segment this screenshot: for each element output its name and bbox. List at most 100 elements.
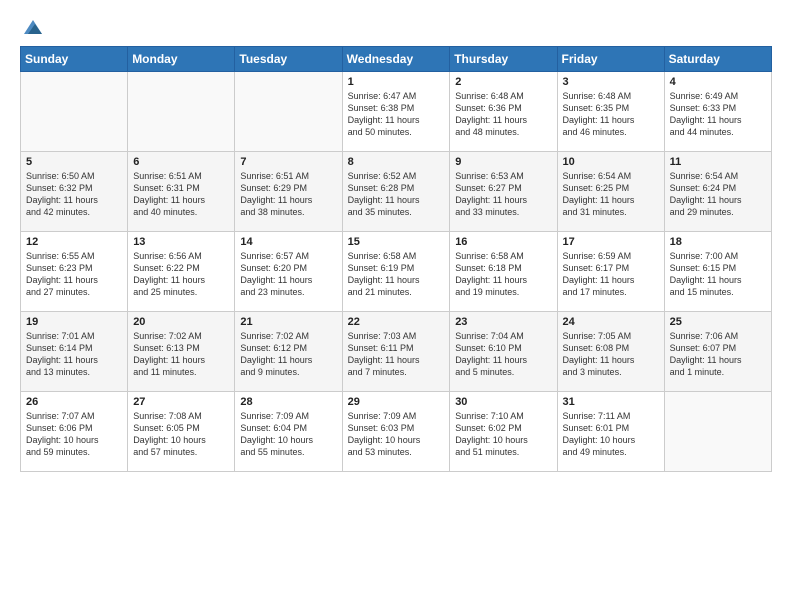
day-info: Sunrise: 6:50 AM Sunset: 6:32 PM Dayligh… [26,170,122,219]
week-row-4: 19 Sunrise: 7:01 AM Sunset: 6:14 PM Dayli… [21,312,772,392]
day-number: 13 [133,236,229,248]
day-number: 24 [563,316,659,328]
calendar-cell: 21 Sunrise: 7:02 AM Sunset: 6:12 PM Dayli… [235,312,342,392]
day-number: 23 [455,316,551,328]
page: SundayMondayTuesdayWednesdayThursdayFrid… [0,0,792,612]
calendar-cell: 8 Sunrise: 6:52 AM Sunset: 6:28 PM Daylig… [342,152,450,232]
calendar-cell: 24 Sunrise: 7:05 AM Sunset: 6:08 PM Dayli… [557,312,664,392]
day-info: Sunrise: 6:52 AM Sunset: 6:28 PM Dayligh… [348,170,445,219]
day-info: Sunrise: 6:57 AM Sunset: 6:20 PM Dayligh… [240,250,336,299]
day-info: Sunrise: 6:47 AM Sunset: 6:38 PM Dayligh… [348,90,445,139]
day-info: Sunrise: 6:51 AM Sunset: 6:31 PM Dayligh… [133,170,229,219]
day-info: Sunrise: 6:56 AM Sunset: 6:22 PM Dayligh… [133,250,229,299]
calendar-cell [664,392,771,472]
day-number: 21 [240,316,336,328]
day-number: 17 [563,236,659,248]
day-info: Sunrise: 7:00 AM Sunset: 6:15 PM Dayligh… [670,250,766,299]
calendar-cell [235,72,342,152]
calendar-cell: 17 Sunrise: 6:59 AM Sunset: 6:17 PM Dayli… [557,232,664,312]
weekday-header-wednesday: Wednesday [342,47,450,72]
day-number: 12 [26,236,122,248]
calendar-cell: 11 Sunrise: 6:54 AM Sunset: 6:24 PM Dayli… [664,152,771,232]
day-info: Sunrise: 7:01 AM Sunset: 6:14 PM Dayligh… [26,330,122,379]
day-info: Sunrise: 6:59 AM Sunset: 6:17 PM Dayligh… [563,250,659,299]
day-info: Sunrise: 7:05 AM Sunset: 6:08 PM Dayligh… [563,330,659,379]
day-info: Sunrise: 6:48 AM Sunset: 6:35 PM Dayligh… [563,90,659,139]
logo [20,18,44,36]
calendar-cell: 9 Sunrise: 6:53 AM Sunset: 6:27 PM Daylig… [450,152,557,232]
day-number: 20 [133,316,229,328]
day-number: 15 [348,236,445,248]
day-number: 1 [348,76,445,88]
calendar-cell: 15 Sunrise: 6:58 AM Sunset: 6:19 PM Dayli… [342,232,450,312]
day-number: 27 [133,396,229,408]
day-info: Sunrise: 6:54 AM Sunset: 6:25 PM Dayligh… [563,170,659,219]
calendar-cell: 22 Sunrise: 7:03 AM Sunset: 6:11 PM Dayli… [342,312,450,392]
day-info: Sunrise: 7:08 AM Sunset: 6:05 PM Dayligh… [133,410,229,459]
day-number: 11 [670,156,766,168]
day-number: 4 [670,76,766,88]
calendar-cell: 23 Sunrise: 7:04 AM Sunset: 6:10 PM Dayli… [450,312,557,392]
day-number: 22 [348,316,445,328]
weekday-header-saturday: Saturday [664,47,771,72]
day-info: Sunrise: 6:55 AM Sunset: 6:23 PM Dayligh… [26,250,122,299]
calendar-cell: 18Sunrise: 7:00 AM Sunset: 6:15 PM Dayli… [664,232,771,312]
header [20,18,772,36]
day-info: Sunrise: 7:03 AM Sunset: 6:11 PM Dayligh… [348,330,445,379]
day-info: Sunrise: 6:54 AM Sunset: 6:24 PM Dayligh… [670,170,766,219]
calendar-cell: 16Sunrise: 6:58 AM Sunset: 6:18 PM Dayli… [450,232,557,312]
calendar-cell: 5 Sunrise: 6:50 AM Sunset: 6:32 PM Daylig… [21,152,128,232]
day-number: 31 [563,396,659,408]
calendar-cell: 3 Sunrise: 6:48 AM Sunset: 6:35 PM Daylig… [557,72,664,152]
day-number: 10 [563,156,659,168]
week-row-2: 5 Sunrise: 6:50 AM Sunset: 6:32 PM Daylig… [21,152,772,232]
day-info: Sunrise: 7:09 AM Sunset: 6:03 PM Dayligh… [348,410,445,459]
day-number: 28 [240,396,336,408]
day-info: Sunrise: 7:04 AM Sunset: 6:10 PM Dayligh… [455,330,551,379]
day-number: 5 [26,156,122,168]
calendar-cell: 14 Sunrise: 6:57 AM Sunset: 6:20 PM Dayli… [235,232,342,312]
day-info: Sunrise: 6:58 AM Sunset: 6:19 PM Dayligh… [348,250,445,299]
calendar-cell: 1 Sunrise: 6:47 AM Sunset: 6:38 PM Daylig… [342,72,450,152]
day-number: 26 [26,396,122,408]
calendar-cell: 7 Sunrise: 6:51 AM Sunset: 6:29 PM Daylig… [235,152,342,232]
calendar-cell: 4 Sunrise: 6:49 AM Sunset: 6:33 PM Daylig… [664,72,771,152]
logo-text [20,18,44,36]
calendar-cell [21,72,128,152]
day-number: 16 [455,236,551,248]
day-info: Sunrise: 6:48 AM Sunset: 6:36 PM Dayligh… [455,90,551,139]
calendar-cell: 6 Sunrise: 6:51 AM Sunset: 6:31 PM Daylig… [128,152,235,232]
calendar-cell: 28 Sunrise: 7:09 AM Sunset: 6:04 PM Dayli… [235,392,342,472]
day-number: 29 [348,396,445,408]
day-number: 14 [240,236,336,248]
day-number: 3 [563,76,659,88]
day-number: 2 [455,76,551,88]
day-number: 8 [348,156,445,168]
weekday-header-sunday: Sunday [21,47,128,72]
day-number: 7 [240,156,336,168]
day-number: 6 [133,156,229,168]
calendar-cell: 10 Sunrise: 6:54 AM Sunset: 6:25 PM Dayli… [557,152,664,232]
week-row-5: 26 Sunrise: 7:07 AM Sunset: 6:06 PM Dayli… [21,392,772,472]
day-info: Sunrise: 7:10 AM Sunset: 6:02 PM Dayligh… [455,410,551,459]
day-number: 9 [455,156,551,168]
day-info: Sunrise: 7:11 AM Sunset: 6:01 PM Dayligh… [563,410,659,459]
calendar-cell: 30 Sunrise: 7:10 AM Sunset: 6:02 PM Dayli… [450,392,557,472]
calendar-cell: 12 Sunrise: 6:55 AM Sunset: 6:23 PM Dayli… [21,232,128,312]
day-number: 19 [26,316,122,328]
day-info: Sunrise: 7:07 AM Sunset: 6:06 PM Dayligh… [26,410,122,459]
day-info: Sunrise: 6:53 AM Sunset: 6:27 PM Dayligh… [455,170,551,219]
day-info: Sunrise: 6:49 AM Sunset: 6:33 PM Dayligh… [670,90,766,139]
day-info: Sunrise: 7:02 AM Sunset: 6:13 PM Dayligh… [133,330,229,379]
week-row-3: 12 Sunrise: 6:55 AM Sunset: 6:23 PM Dayli… [21,232,772,312]
weekday-header-friday: Friday [557,47,664,72]
calendar-cell: 31 Sunrise: 7:11 AM Sunset: 6:01 PM Dayli… [557,392,664,472]
day-info: Sunrise: 7:09 AM Sunset: 6:04 PM Dayligh… [240,410,336,459]
calendar-cell: 26 Sunrise: 7:07 AM Sunset: 6:06 PM Dayli… [21,392,128,472]
day-info: Sunrise: 7:06 AM Sunset: 6:07 PM Dayligh… [670,330,766,379]
day-info: Sunrise: 7:02 AM Sunset: 6:12 PM Dayligh… [240,330,336,379]
calendar-cell: 2 Sunrise: 6:48 AM Sunset: 6:36 PM Daylig… [450,72,557,152]
logo-icon [22,18,44,36]
day-number: 30 [455,396,551,408]
day-info: Sunrise: 6:51 AM Sunset: 6:29 PM Dayligh… [240,170,336,219]
